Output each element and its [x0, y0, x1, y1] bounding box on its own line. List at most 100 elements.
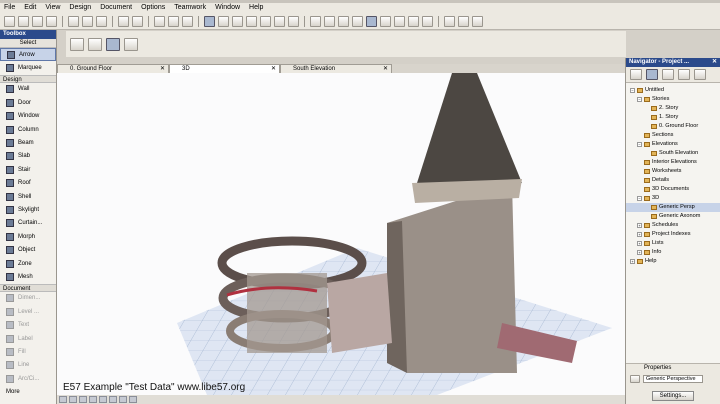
tree-node-untitled[interactable]: − Untitled — [626, 86, 720, 95]
undo-icon[interactable] — [118, 15, 129, 27]
design-section[interactable]: Design — [0, 74, 56, 83]
settings-button[interactable]: Settings... — [652, 391, 694, 401]
rotated-selection-icon[interactable] — [106, 37, 120, 51]
fit-in-window-icon[interactable] — [79, 396, 87, 403]
next-view-icon[interactable] — [129, 396, 137, 403]
elevate-icon[interactable] — [246, 15, 257, 27]
tool-roof[interactable]: Roof — [0, 177, 56, 190]
tool-slab[interactable]: Slab — [0, 150, 56, 163]
tool-wall[interactable]: Wall — [0, 83, 56, 96]
tree-node-worksheets[interactable]: Worksheets — [626, 167, 720, 176]
tree-node-sections[interactable]: Sections — [626, 131, 720, 140]
publisher-icon[interactable] — [678, 69, 690, 80]
tool-stair[interactable]: Stair — [0, 163, 56, 176]
copy-icon[interactable] — [82, 15, 93, 27]
tree-node-ground-floor[interactable]: 0. Ground Floor — [626, 122, 720, 131]
tree-node-help[interactable]: + Help — [626, 257, 720, 266]
3d-window-icon[interactable] — [366, 15, 377, 27]
elevation-icon[interactable] — [408, 15, 419, 27]
menu-edit[interactable]: Edit — [24, 3, 36, 13]
expand-icon[interactable]: + — [630, 259, 635, 264]
resize-icon[interactable] — [288, 15, 299, 27]
layout-book-icon[interactable] — [662, 69, 674, 80]
zoom-in-icon[interactable] — [59, 396, 67, 403]
magic-wand-icon[interactable] — [182, 15, 193, 27]
pan-icon[interactable] — [99, 396, 107, 403]
tool-arrow[interactable]: Arrow — [0, 48, 56, 62]
tool-arc[interactable]: Arc/Ci... — [0, 372, 56, 385]
document-section[interactable]: Document — [0, 283, 56, 292]
grid-icon[interactable] — [324, 15, 335, 27]
menu-view[interactable]: View — [45, 3, 60, 13]
tree-node-3d-documents[interactable]: 3D Documents — [626, 185, 720, 194]
view-map-icon[interactable] — [646, 69, 658, 80]
collapse-icon[interactable]: − — [630, 88, 635, 93]
rectangle-selection-icon[interactable] — [88, 37, 102, 51]
orbit-icon[interactable] — [89, 396, 97, 403]
tree-node-elevations[interactable]: − Elevations — [626, 140, 720, 149]
pointer-icon[interactable] — [204, 15, 215, 27]
tool-marquee[interactable]: Marquee — [0, 61, 56, 74]
expand-icon[interactable]: + — [637, 223, 642, 228]
collapse-icon[interactable]: − — [637, 142, 642, 147]
tab-south-elevation[interactable]: South Elevation ✕ — [280, 64, 392, 73]
tool-beam[interactable]: Beam — [0, 136, 56, 149]
tool-line[interactable]: Line — [0, 359, 56, 372]
tree-node-interior-elevations[interactable]: Interior Elevations — [626, 158, 720, 167]
settings-icon[interactable] — [472, 15, 483, 27]
tool-zone[interactable]: Zone — [0, 257, 56, 270]
tree-node-schedules[interactable]: + Schedules — [626, 221, 720, 230]
expand-icon[interactable]: + — [637, 250, 642, 255]
eyedropper-icon[interactable] — [154, 15, 165, 27]
syringe-icon[interactable] — [168, 15, 179, 27]
menu-document[interactable]: Document — [100, 3, 132, 13]
tree-node-generic-perspective[interactable]: Generic Persp — [626, 203, 720, 212]
tool-object[interactable]: Object — [0, 243, 56, 256]
zoom-out-icon[interactable] — [69, 396, 77, 403]
tool-level[interactable]: Level ... — [0, 305, 56, 318]
menu-options[interactable]: Options — [141, 3, 165, 13]
cut-icon[interactable] — [68, 15, 79, 27]
menu-design[interactable]: Design — [69, 3, 91, 13]
mirror-icon[interactable] — [232, 15, 243, 27]
tree-node-generic-axonometry[interactable]: Generic Axonom — [626, 212, 720, 221]
teamwork-icon[interactable] — [444, 15, 455, 27]
layers-icon[interactable] — [310, 15, 321, 27]
menu-teamwork[interactable]: Teamwork — [174, 3, 206, 13]
collapse-icon[interactable]: − — [637, 97, 642, 102]
tree-node-3d[interactable]: − 3D — [626, 194, 720, 203]
view-name-field[interactable]: Generic Perspective — [643, 374, 703, 383]
stretch-icon[interactable] — [274, 15, 285, 27]
tool-label[interactable]: Label — [0, 332, 56, 345]
tab-3d[interactable]: 3D ✕ — [169, 64, 280, 73]
section-icon[interactable] — [394, 15, 405, 27]
menu-window[interactable]: Window — [215, 3, 240, 13]
guide-icon[interactable] — [352, 15, 363, 27]
camera-icon[interactable] — [422, 15, 433, 27]
floor-plan-icon[interactable] — [380, 15, 391, 27]
tool-door[interactable]: Door — [0, 96, 56, 109]
3d-viewport[interactable]: E57 Example "Test Data" www.libe57.org — [57, 73, 625, 395]
tool-curtain-wall[interactable]: Curtain... — [0, 217, 56, 230]
geometry-method-icon[interactable] — [70, 37, 84, 51]
tool-text[interactable]: Text — [0, 318, 56, 331]
organizer-icon[interactable] — [694, 69, 706, 80]
print-icon[interactable] — [46, 15, 57, 27]
render-icon[interactable] — [458, 15, 469, 27]
rotate-icon[interactable] — [218, 15, 229, 27]
close-icon[interactable]: ✕ — [712, 58, 717, 67]
tree-node-lists[interactable]: + Lists — [626, 239, 720, 248]
open-folder-icon[interactable] — [18, 15, 29, 27]
tool-fill[interactable]: Fill — [0, 345, 56, 358]
tool-morph[interactable]: Morph — [0, 230, 56, 243]
tool-shell[interactable]: Shell — [0, 190, 56, 203]
save-icon[interactable] — [32, 15, 43, 27]
menu-file[interactable]: File — [4, 3, 15, 13]
tool-dimension[interactable]: Dimen... — [0, 292, 56, 305]
paste-icon[interactable] — [96, 15, 107, 27]
tree-node-details[interactable]: Details — [626, 176, 720, 185]
tab-ground-floor[interactable]: 0. Ground Floor ✕ — [57, 64, 169, 73]
explore-icon[interactable] — [109, 396, 117, 403]
tool-column[interactable]: Column — [0, 123, 56, 136]
snap-icon[interactable] — [338, 15, 349, 27]
